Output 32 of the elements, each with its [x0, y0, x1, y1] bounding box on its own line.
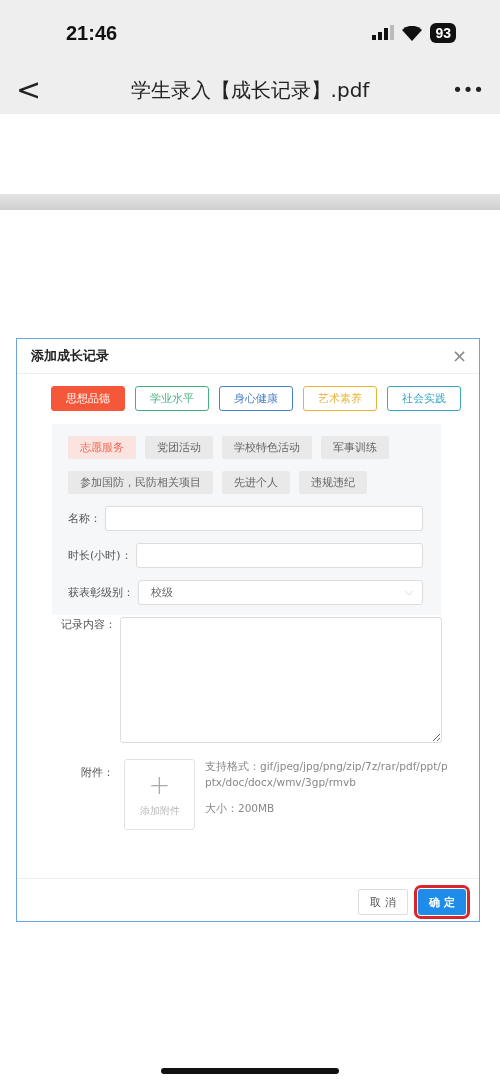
- status-time: 21:46: [66, 21, 118, 45]
- category-tab[interactable]: 学业水平: [135, 386, 209, 411]
- subtype-tag[interactable]: 先进个人: [222, 471, 290, 494]
- category-tab[interactable]: 社会实践: [387, 386, 461, 411]
- input-field[interactable]: [105, 506, 423, 531]
- document-title: 学生录入【成长记录】.pdf: [130, 76, 370, 104]
- signal-icon: [372, 25, 395, 41]
- field-label: 获表彰级别：: [68, 585, 134, 600]
- subtype-tag[interactable]: 违规违纪: [299, 471, 367, 494]
- dialog-title: 添加成长记录: [31, 347, 109, 365]
- caret-icon: [404, 589, 414, 596]
- battery-level: 93: [430, 23, 456, 43]
- field-label: 名称：: [68, 511, 101, 526]
- format-note: 支持格式：gif/jpeg/jpg/png/zip/7z/rar/pdf/ppt/pptx/doc/docx/wmv/3gp/rmvb: [205, 759, 449, 790]
- field-label: 时长(小时)：: [68, 548, 132, 563]
- field-label: 记录内容：: [61, 617, 116, 633]
- input-field[interactable]: [135, 543, 423, 568]
- wifi-icon: [402, 25, 423, 41]
- cancel-button[interactable]: 取 消: [358, 889, 408, 915]
- content-textarea[interactable]: [120, 617, 442, 743]
- more-button[interactable]: •••: [444, 81, 484, 99]
- close-icon[interactable]: ×: [451, 347, 467, 365]
- subtype-tag[interactable]: 军事训练: [321, 436, 389, 459]
- select-field[interactable]: 校级: [138, 580, 423, 605]
- category-tab[interactable]: 思想品德: [51, 386, 125, 411]
- size-note: 大小：200MB: [205, 800, 276, 816]
- subtype-tag[interactable]: 学校特色活动: [222, 436, 312, 459]
- subtype-tag[interactable]: 党团活动: [145, 436, 213, 459]
- field-label: 附件：: [81, 765, 114, 780]
- subtype-tag[interactable]: 参加国防，民防相关项目: [68, 471, 213, 494]
- category-tab[interactable]: 身心健康: [219, 386, 293, 411]
- back-button[interactable]: <: [16, 75, 56, 105]
